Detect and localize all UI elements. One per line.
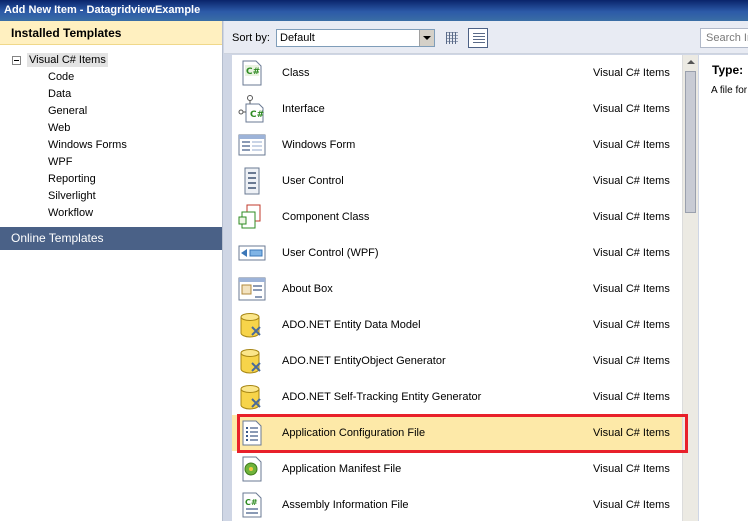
- tree-item-reporting[interactable]: Reporting: [0, 171, 222, 188]
- item-name: User Control: [282, 175, 344, 187]
- tree-item-data[interactable]: Data: [0, 86, 222, 103]
- tree-item-wpf[interactable]: WPF: [0, 154, 222, 171]
- window-title: Add New Item - DatagridviewExample: [0, 0, 748, 21]
- tree-root-visual-csharp-items[interactable]: Visual C# Items: [0, 52, 222, 69]
- sort-by-select[interactable]: Default: [276, 29, 435, 47]
- details-pane: Type: A file for storing application set…: [699, 55, 748, 521]
- item-category: Visual C# Items: [593, 211, 670, 223]
- list-item[interactable]: ADO.NET EntityObject Generator Visual C#…: [232, 343, 682, 379]
- tree-item-workflow[interactable]: Workflow: [0, 205, 222, 222]
- tree-item-windows-forms[interactable]: Windows Forms: [0, 137, 222, 154]
- component-class-icon: [238, 204, 261, 229]
- list-item[interactable]: C# Interface Visual C# Items: [232, 91, 682, 127]
- item-name: Assembly Information File: [282, 499, 409, 511]
- item-category: Visual C# Items: [593, 283, 670, 295]
- details-view-icon: [473, 33, 485, 45]
- template-tree: Visual C# Items Code Data General Web Wi…: [0, 45, 222, 226]
- tree-item-silverlight[interactable]: Silverlight: [0, 188, 222, 205]
- online-templates-item[interactable]: Online Templates: [0, 227, 222, 250]
- list-item[interactable]: C# Class Visual C# Items: [232, 55, 682, 91]
- tree-item-web[interactable]: Web: [0, 120, 222, 137]
- small-icons-view-icon: [446, 32, 458, 44]
- item-name: ADO.NET EntityObject Generator: [282, 355, 446, 367]
- item-name: About Box: [282, 283, 333, 295]
- type-label: Type:: [712, 63, 744, 77]
- manifest-file-icon: [242, 456, 262, 482]
- sort-by-value: Default: [280, 32, 315, 44]
- annotation-highlight-box: [237, 414, 688, 453]
- item-name: Class: [282, 67, 310, 79]
- list-item[interactable]: ADO.NET Entity Data Model Visual C# Item…: [232, 307, 682, 343]
- item-category: Visual C# Items: [593, 355, 670, 367]
- wpf-user-control-icon: [238, 245, 266, 261]
- windows-form-icon: [238, 134, 266, 156]
- svg-text:C#: C#: [245, 498, 258, 507]
- item-category: Visual C# Items: [593, 319, 670, 331]
- entity-data-model-icon: [240, 313, 261, 338]
- item-name: Component Class: [282, 211, 370, 223]
- item-category: Visual C# Items: [593, 67, 670, 79]
- list-item[interactable]: User Control Visual C# Items: [232, 163, 682, 199]
- list-item[interactable]: About Box Visual C# Items: [232, 271, 682, 307]
- about-box-icon: [238, 277, 266, 301]
- tree-item-code[interactable]: Code: [0, 69, 222, 86]
- dropdown-arrow-icon[interactable]: [419, 30, 434, 46]
- item-category: Visual C# Items: [593, 103, 670, 115]
- installed-templates-pane: Installed Templates Visual C# Items Code…: [0, 21, 223, 521]
- item-name: User Control (WPF): [282, 247, 379, 259]
- toolbar: Sort by: Default Search Installed Templa…: [224, 21, 748, 54]
- assembly-info-icon: C#: [242, 492, 262, 518]
- svg-text:C#: C#: [246, 67, 260, 77]
- self-tracking-entity-icon: [240, 385, 261, 410]
- list-item[interactable]: Windows Form Visual C# Items: [232, 127, 682, 163]
- item-category: Visual C# Items: [593, 463, 670, 475]
- entityobject-generator-icon: [240, 349, 261, 374]
- list-item[interactable]: Component Class Visual C# Items: [232, 199, 682, 235]
- details-view-button[interactable]: [468, 28, 488, 48]
- item-category: Visual C# Items: [593, 247, 670, 259]
- tree-root-label[interactable]: Visual C# Items: [27, 53, 108, 67]
- scrollbar-thumb[interactable]: [685, 71, 696, 213]
- list-item[interactable]: User Control (WPF) Visual C# Items: [232, 235, 682, 271]
- search-installed-templates-input[interactable]: Search Installed Templates: [700, 28, 748, 48]
- item-name: ADO.NET Self-Tracking Entity Generator: [282, 391, 482, 403]
- user-control-icon: [244, 167, 260, 195]
- item-category: Visual C# Items: [593, 499, 670, 511]
- collapse-icon[interactable]: [12, 56, 21, 65]
- small-icons-view-button[interactable]: [442, 28, 462, 48]
- csharp-class-icon: C#: [242, 60, 262, 86]
- svg-text:C#: C#: [250, 110, 264, 120]
- item-name: Interface: [282, 103, 325, 115]
- sort-by-label: Sort by:: [232, 32, 270, 44]
- list-item[interactable]: Application Manifest File Visual C# Item…: [232, 451, 682, 487]
- item-description: A file for storing application settings: [711, 85, 748, 96]
- item-name: Windows Form: [282, 139, 356, 151]
- item-category: Visual C# Items: [593, 175, 670, 187]
- installed-templates-header: Installed Templates: [0, 21, 222, 45]
- item-category: Visual C# Items: [593, 391, 670, 403]
- tree-item-general[interactable]: General: [0, 103, 222, 120]
- csharp-interface-icon: C#: [238, 95, 264, 123]
- item-name: Application Manifest File: [282, 463, 402, 475]
- list-item[interactable]: ADO.NET Self-Tracking Entity Generator V…: [232, 379, 682, 415]
- item-category: Visual C# Items: [593, 139, 670, 151]
- list-item[interactable]: C# Assembly Information File Visual C# I…: [232, 487, 682, 521]
- scroll-up-arrow-icon[interactable]: [683, 55, 698, 70]
- item-name: ADO.NET Entity Data Model: [282, 319, 421, 331]
